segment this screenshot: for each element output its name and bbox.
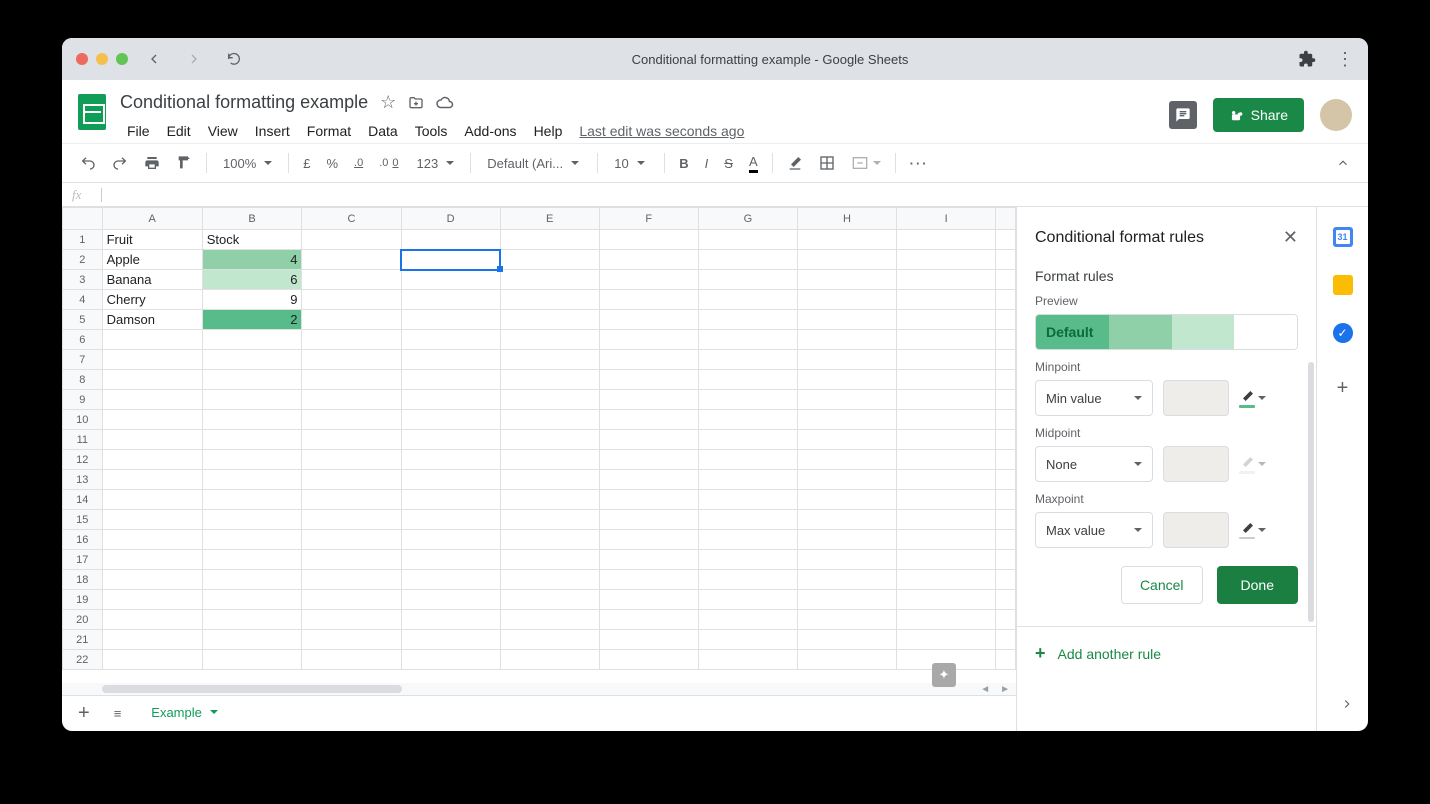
window-close[interactable] xyxy=(76,53,88,65)
menu-format[interactable]: Format xyxy=(300,119,358,143)
minpoint-label: Minpoint xyxy=(1035,360,1298,374)
all-sheets-button[interactable]: ≡ xyxy=(106,702,130,725)
cancel-button[interactable]: Cancel xyxy=(1121,566,1203,604)
midpoint-dropdown[interactable]: None xyxy=(1035,446,1153,482)
move-folder-icon[interactable] xyxy=(408,95,424,111)
browser-menu-icon[interactable]: ⋮ xyxy=(1336,49,1354,70)
collapse-toolbar-button[interactable] xyxy=(1330,150,1356,176)
undo-button[interactable] xyxy=(74,151,102,175)
maxpoint-dropdown[interactable]: Max value xyxy=(1035,512,1153,548)
conditional-format-panel: Conditional format rules ✕ Format rules … xyxy=(1016,207,1316,731)
paint-format-button[interactable] xyxy=(170,151,198,175)
panel-title: Conditional format rules xyxy=(1035,229,1204,247)
minpoint-value-input[interactable] xyxy=(1163,380,1229,416)
strikethrough-button[interactable]: S xyxy=(718,152,739,175)
more-toolbar-button[interactable]: ··· xyxy=(904,152,935,175)
redo-button[interactable] xyxy=(106,151,134,175)
decrease-decimal-button[interactable]: .0 xyxy=(348,153,369,173)
menu-data[interactable]: Data xyxy=(361,119,405,143)
font-dropdown[interactable]: Default (Ari... xyxy=(479,153,589,174)
star-icon[interactable]: ☆ xyxy=(380,92,396,113)
minpoint-color-picker[interactable] xyxy=(1239,389,1267,408)
gradient-preview[interactable]: Default xyxy=(1035,314,1298,350)
text-color-button[interactable]: A xyxy=(743,150,764,177)
increase-decimal-button[interactable]: .00 xyxy=(373,153,404,173)
sheet-tab-label: Example xyxy=(151,705,202,720)
done-button[interactable]: Done xyxy=(1217,566,1298,604)
browser-chrome: Conditional formatting example - Google … xyxy=(62,38,1368,80)
extensions-icon[interactable] xyxy=(1298,50,1316,68)
keep-addon-icon[interactable] xyxy=(1333,275,1353,295)
get-addons-button[interactable]: + xyxy=(1337,377,1349,400)
explore-button[interactable]: ✦ xyxy=(932,663,956,687)
toolbar: 100% £ % .0 .00 123 Default (Ari... 10 B… xyxy=(62,143,1368,183)
nav-back[interactable] xyxy=(146,51,162,67)
maxpoint-color-picker[interactable] xyxy=(1239,521,1267,539)
hide-rail-button[interactable] xyxy=(1340,697,1354,711)
menu-view[interactable]: View xyxy=(201,119,245,143)
minpoint-dropdown[interactable]: Min value xyxy=(1035,380,1153,416)
number-format-dropdown[interactable]: 123 xyxy=(409,153,463,174)
document-title[interactable]: Conditional formatting example xyxy=(120,92,368,113)
menu-file[interactable]: File xyxy=(120,119,157,143)
right-rail: 31 ✓ + xyxy=(1316,207,1368,731)
comments-icon[interactable] xyxy=(1169,101,1197,129)
menu-insert[interactable]: Insert xyxy=(248,119,297,143)
tasks-addon-icon[interactable]: ✓ xyxy=(1333,323,1353,343)
close-panel-button[interactable]: ✕ xyxy=(1283,227,1298,248)
maxpoint-label: Maxpoint xyxy=(1035,492,1298,506)
window-maximize[interactable] xyxy=(116,53,128,65)
fx-label: fx xyxy=(72,187,81,203)
preview-label: Preview xyxy=(1035,294,1298,308)
menu-addons[interactable]: Add-ons xyxy=(457,119,523,143)
percent-button[interactable]: % xyxy=(320,152,344,175)
last-edit-link[interactable]: Last edit was seconds ago xyxy=(572,119,751,143)
font-size-dropdown[interactable]: 10 xyxy=(606,153,656,174)
sheets-logo[interactable] xyxy=(72,92,112,132)
share-button[interactable]: Share xyxy=(1213,98,1304,132)
nav-reload[interactable] xyxy=(226,51,242,67)
spreadsheet-grid[interactable]: ABCDEFGHI1FruitStock2Apple43Banana64Cher… xyxy=(62,207,1016,670)
sheet-tabs-bar: + ≡ Example ✦ xyxy=(62,695,1016,731)
app-header: Conditional formatting example ☆ File Ed… xyxy=(62,80,1368,143)
panel-scrollbar[interactable] xyxy=(1308,362,1314,622)
bold-button[interactable]: B xyxy=(673,152,694,175)
calendar-addon-icon[interactable]: 31 xyxy=(1333,227,1353,247)
zoom-dropdown[interactable]: 100% xyxy=(215,153,280,174)
midpoint-color-picker[interactable] xyxy=(1239,455,1267,474)
midpoint-label: Midpoint xyxy=(1035,426,1298,440)
add-rule-button[interactable]: + Add another rule xyxy=(1035,639,1298,668)
borders-button[interactable] xyxy=(813,151,841,175)
traffic-lights xyxy=(76,53,128,65)
merge-cells-button[interactable] xyxy=(845,151,887,175)
menu-tools[interactable]: Tools xyxy=(408,119,455,143)
nav-forward[interactable] xyxy=(186,51,202,67)
italic-button[interactable]: I xyxy=(699,152,715,175)
maxpoint-value-input[interactable] xyxy=(1163,512,1229,548)
horizontal-scrollbar[interactable]: ◄ ► xyxy=(62,683,1016,695)
formula-bar[interactable]: fx xyxy=(62,183,1368,207)
browser-tab-title: Conditional formatting example - Google … xyxy=(242,52,1298,67)
share-label: Share xyxy=(1251,107,1288,123)
midpoint-value-input[interactable] xyxy=(1163,446,1229,482)
sheet-tab-active[interactable]: Example xyxy=(137,696,232,732)
menu-help[interactable]: Help xyxy=(527,119,570,143)
account-avatar[interactable] xyxy=(1320,99,1352,131)
cloud-status-icon[interactable] xyxy=(436,94,454,112)
currency-button[interactable]: £ xyxy=(297,152,316,175)
window-minimize[interactable] xyxy=(96,53,108,65)
format-rules-heading: Format rules xyxy=(1035,268,1298,284)
menu-edit[interactable]: Edit xyxy=(160,119,198,143)
menubar: File Edit View Insert Format Data Tools … xyxy=(120,113,1169,143)
print-button[interactable] xyxy=(138,151,166,175)
add-sheet-button[interactable]: + xyxy=(70,698,98,729)
fill-color-button[interactable] xyxy=(781,151,809,175)
